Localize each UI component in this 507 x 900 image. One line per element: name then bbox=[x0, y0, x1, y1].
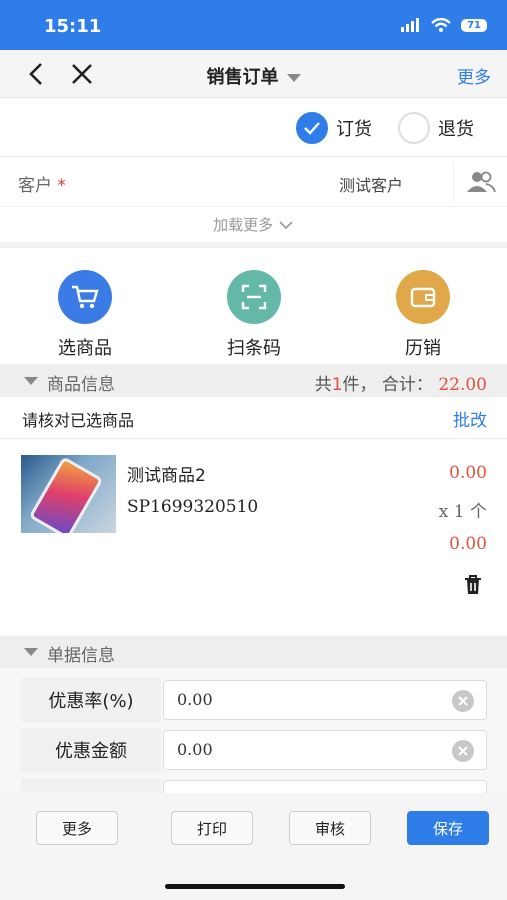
batch-edit-link[interactable]: 批改 bbox=[453, 406, 487, 431]
nav-bar: 销售订单 更多 bbox=[0, 50, 507, 98]
count-prefix: 共 bbox=[314, 375, 332, 395]
return-radio[interactable]: 退货 bbox=[398, 112, 474, 144]
count-suffix: 件， bbox=[342, 375, 377, 395]
scan-barcode-label: 扫条码 bbox=[227, 338, 281, 359]
goods-count: 1 bbox=[331, 375, 343, 395]
doc-section-header[interactable]: 单据信息 bbox=[0, 636, 507, 668]
phone-image bbox=[28, 456, 104, 533]
customer-value: 测试客户 bbox=[339, 176, 404, 195]
order-radio[interactable]: 订货 bbox=[296, 112, 372, 144]
product-name: 测试商品2 bbox=[127, 466, 206, 486]
verify-text: 请核对已选商品 bbox=[22, 411, 135, 430]
return-radio-label: 退货 bbox=[438, 119, 474, 140]
discount-rate-value: 0.00 bbox=[177, 690, 213, 709]
page-title-text: 销售订单 bbox=[206, 67, 279, 88]
clear-icon[interactable] bbox=[452, 690, 474, 712]
goods-summary: 共1件， 合计： 22.00 bbox=[315, 370, 487, 395]
select-goods-label: 选商品 bbox=[58, 338, 112, 359]
status-time: 15:11 bbox=[44, 16, 102, 37]
doc-form: 优惠率(%) 0.00 优惠金额 0.00 bbox=[0, 668, 507, 822]
home-indicator bbox=[165, 884, 345, 889]
customer-row[interactable]: 客户 * 测试客户 bbox=[0, 156, 507, 206]
battery-icon: 71 bbox=[461, 18, 487, 32]
wifi-icon bbox=[431, 18, 451, 32]
page-title[interactable]: 销售订单 bbox=[0, 63, 507, 89]
discount-rate-label: 优惠率(%) bbox=[21, 678, 161, 722]
product-code: SP1699320510 bbox=[127, 497, 259, 517]
scan-barcode-button[interactable]: 扫条码 bbox=[199, 270, 309, 360]
cart-icon bbox=[58, 270, 112, 324]
caret-down-icon bbox=[286, 74, 301, 82]
customer-label-text: 客户 bbox=[18, 176, 52, 196]
discount-rate-input[interactable]: 0.00 bbox=[163, 680, 487, 720]
product-amount: 0.00 bbox=[449, 534, 487, 554]
order-radio-label: 订货 bbox=[336, 119, 372, 140]
check-icon bbox=[296, 112, 328, 144]
sales-history-label: 历销 bbox=[405, 338, 441, 359]
discount-amount-input[interactable]: 0.00 bbox=[163, 730, 487, 770]
trash-icon[interactable] bbox=[463, 574, 483, 596]
radio-empty-icon bbox=[398, 112, 430, 144]
signal-icon bbox=[401, 18, 420, 32]
more-button[interactable]: 更多 bbox=[36, 811, 118, 845]
discount-amount-label: 优惠金额 bbox=[21, 728, 161, 772]
caret-down-icon bbox=[24, 648, 38, 656]
goods-total: 22.00 bbox=[438, 375, 487, 395]
more-link[interactable]: 更多 bbox=[457, 63, 491, 88]
quick-actions: 选商品 扫条码 历销 bbox=[0, 248, 507, 364]
goods-section-title: 商品信息 bbox=[47, 375, 115, 395]
product-image bbox=[21, 455, 116, 533]
audit-button[interactable]: 审核 bbox=[289, 811, 371, 845]
load-more-text: 加载更多 bbox=[213, 216, 274, 234]
print-button[interactable]: 打印 bbox=[171, 811, 253, 845]
product-price: 0.00 bbox=[449, 463, 487, 483]
product-qty[interactable]: x 1 个 bbox=[439, 497, 487, 522]
sales-history-button[interactable]: 历销 bbox=[368, 270, 478, 360]
discount-amount-value: 0.00 bbox=[177, 740, 213, 759]
customer-picker-button[interactable] bbox=[453, 161, 507, 203]
wallet-icon bbox=[396, 270, 450, 324]
status-icons: 71 bbox=[401, 18, 487, 32]
scan-icon bbox=[227, 270, 281, 324]
required-mark: * bbox=[57, 176, 66, 196]
product-item[interactable]: 测试商品2 SP1699320510 0.00 x 1 个 0.00 bbox=[0, 439, 507, 636]
users-icon bbox=[466, 171, 496, 193]
chevron-down-icon bbox=[279, 221, 293, 230]
goods-section-header[interactable]: 商品信息 共1件， 合计： 22.00 bbox=[0, 365, 507, 397]
customer-label: 客户 * bbox=[18, 171, 66, 196]
status-bar: 15:11 71 bbox=[0, 0, 507, 50]
discount-rate-row: 优惠率(%) 0.00 bbox=[21, 678, 489, 722]
verify-row: 请核对已选商品 批改 bbox=[0, 397, 507, 439]
discount-amount-row: 优惠金额 0.00 bbox=[21, 728, 489, 772]
order-type-row: 订货 退货 bbox=[0, 98, 507, 156]
clear-icon[interactable] bbox=[452, 740, 474, 762]
footer-toolbar: 更多 打印 审核 保存 bbox=[0, 793, 507, 900]
select-goods-button[interactable]: 选商品 bbox=[30, 270, 140, 360]
save-button[interactable]: 保存 bbox=[407, 811, 489, 845]
doc-section-title: 单据信息 bbox=[47, 646, 115, 666]
total-label: 合计： bbox=[381, 375, 433, 395]
load-more[interactable]: 加载更多 bbox=[0, 206, 507, 242]
caret-down-icon bbox=[24, 377, 38, 385]
